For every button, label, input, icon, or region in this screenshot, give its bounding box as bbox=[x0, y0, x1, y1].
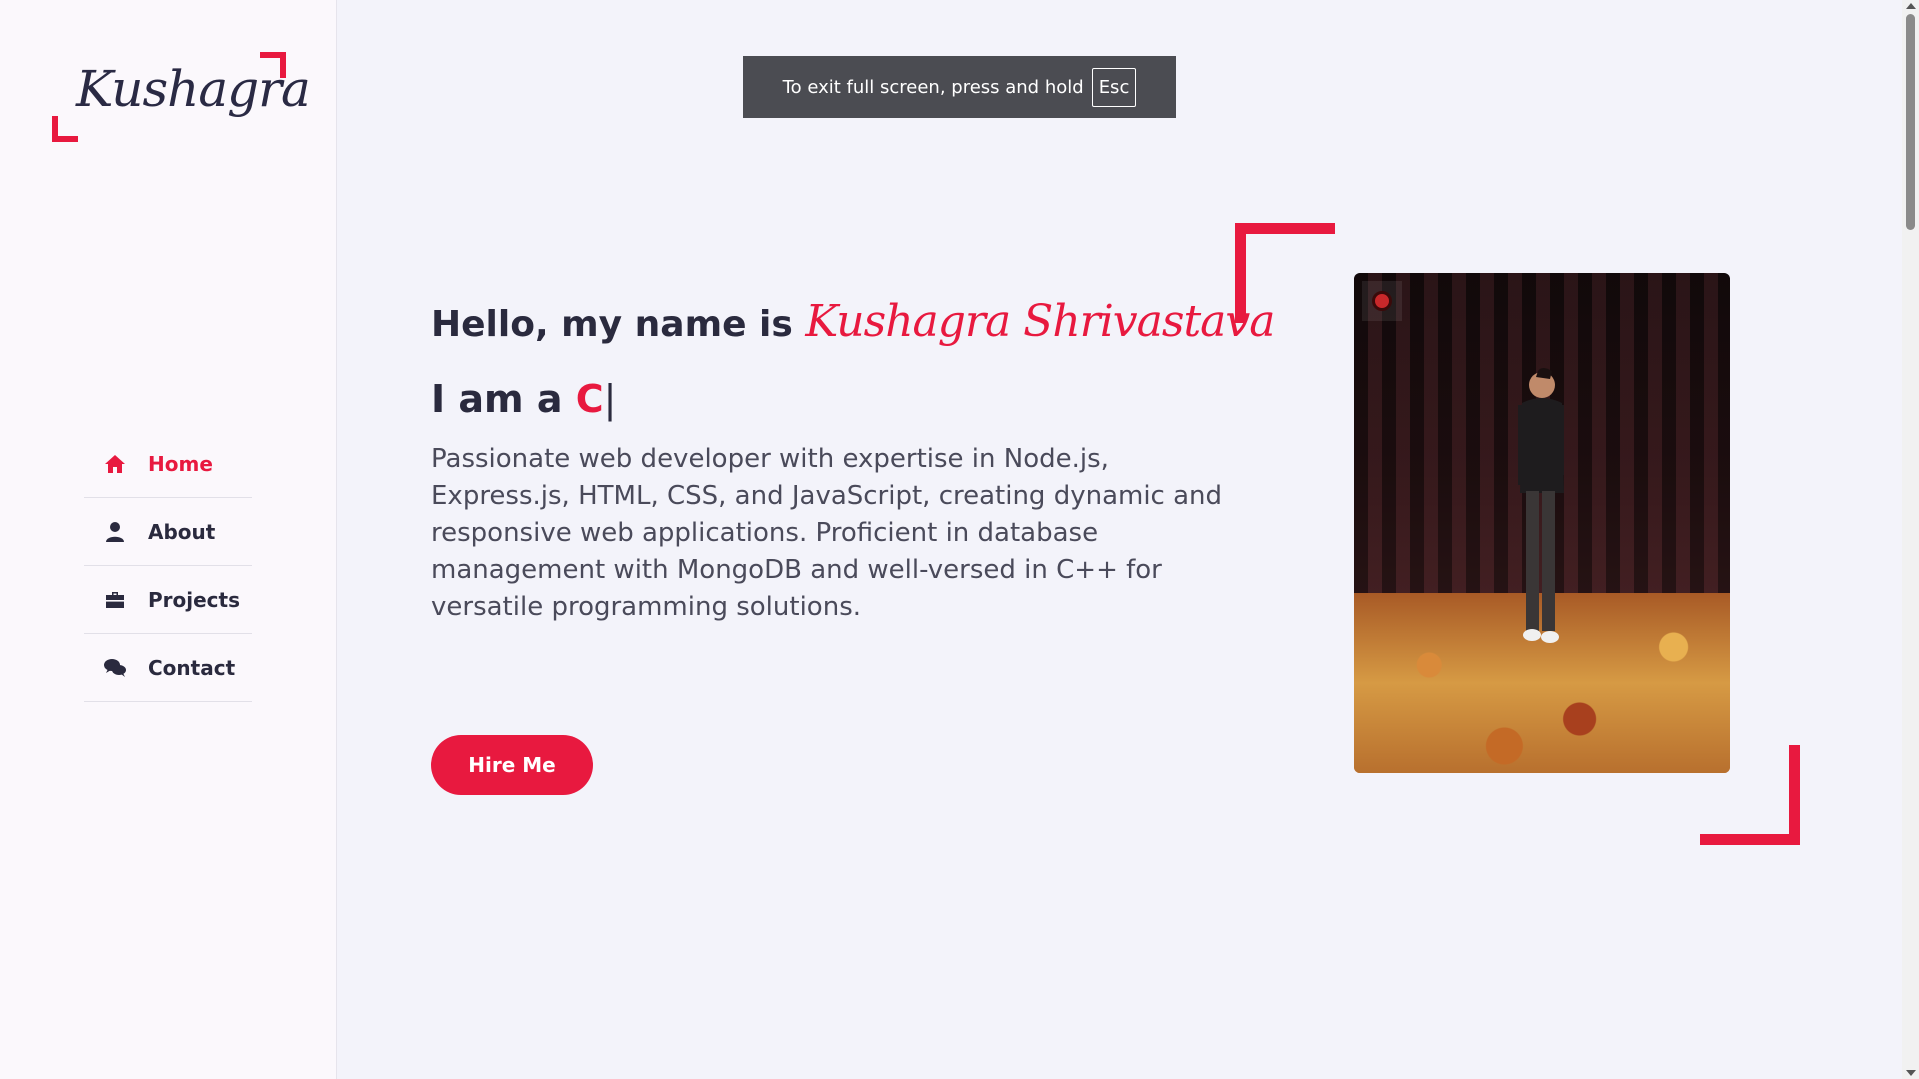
nav-label-home: Home bbox=[148, 451, 213, 476]
logo-corner-bottom-left bbox=[52, 116, 78, 142]
photo-frame-corner-top-left bbox=[1235, 223, 1335, 323]
main-nav: Home About Projects Contact bbox=[84, 430, 252, 702]
hero-description: Passionate web developer with expertise … bbox=[431, 444, 1223, 622]
photo-logo-badge bbox=[1362, 281, 1402, 321]
main-content: To exit full screen, press and hold Esc … bbox=[338, 0, 1898, 1079]
nav-item-projects[interactable]: Projects bbox=[84, 566, 252, 634]
hero-section: Hello, my name is Kushagra Shrivastava I… bbox=[431, 296, 1275, 626]
nav-item-about[interactable]: About bbox=[84, 498, 252, 566]
home-icon bbox=[102, 451, 128, 477]
scrollbar-thumb[interactable] bbox=[1906, 14, 1915, 230]
nav-label-projects: Projects bbox=[148, 587, 241, 612]
site-logo[interactable]: Kushagra bbox=[52, 52, 311, 142]
nav-label-contact: Contact bbox=[148, 655, 236, 680]
logo-text: Kushagra bbox=[76, 60, 311, 118]
page-scrollbar[interactable] bbox=[1902, 0, 1919, 1079]
speaker-figure bbox=[1518, 368, 1564, 643]
hero-greeting: Hello, my name is Kushagra Shrivastava bbox=[431, 296, 1275, 347]
briefcase-icon bbox=[102, 587, 128, 613]
hero-name: Kushagra Shrivastava bbox=[805, 296, 1275, 347]
typing-cursor: | bbox=[603, 377, 617, 421]
scroll-up-icon[interactable] bbox=[1906, 3, 1916, 9]
greeting-prefix: Hello, my name is bbox=[431, 304, 793, 345]
iam-prefix: I am a bbox=[431, 377, 563, 421]
typed-text: C bbox=[575, 377, 604, 421]
nav-item-contact[interactable]: Contact bbox=[84, 634, 252, 702]
sidebar: Kushagra Home About Projects Contact bbox=[0, 0, 337, 1079]
esc-key-hint: Esc bbox=[1091, 67, 1137, 107]
scroll-down-icon[interactable] bbox=[1906, 1070, 1916, 1076]
fullscreen-toast-text: To exit full screen, press and hold bbox=[782, 76, 1084, 98]
photo-frame-corner-bottom-right bbox=[1700, 745, 1800, 845]
typed-role: I am a C| bbox=[431, 377, 1251, 421]
nav-label-about: About bbox=[148, 519, 216, 544]
profile-photo bbox=[1354, 273, 1730, 773]
user-icon bbox=[102, 519, 128, 545]
comments-icon bbox=[102, 655, 128, 681]
fullscreen-exit-toast: To exit full screen, press and hold Esc bbox=[743, 56, 1176, 118]
nav-item-home[interactable]: Home bbox=[84, 430, 252, 498]
hire-me-button[interactable]: Hire Me bbox=[431, 735, 593, 795]
